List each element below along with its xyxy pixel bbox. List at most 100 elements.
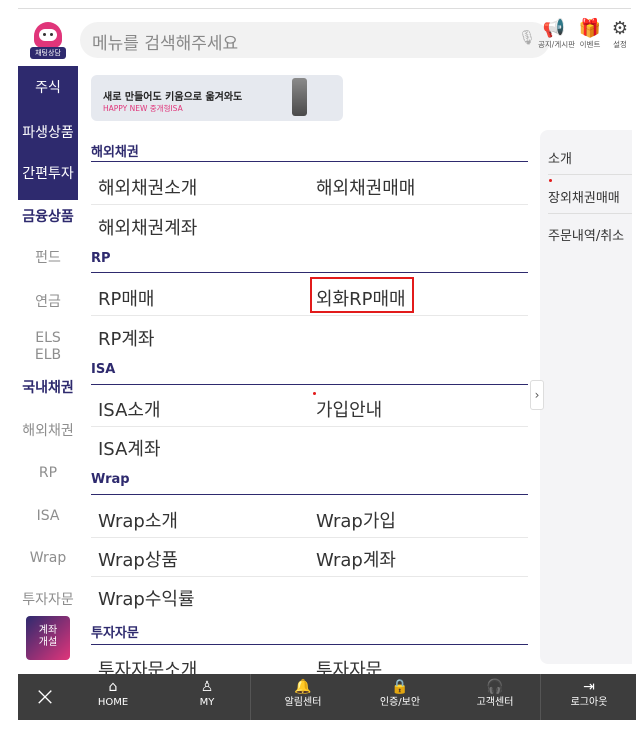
chatbot-eye	[43, 33, 46, 36]
sidebar-item-financial-products[interactable]: 금융상품	[18, 200, 78, 234]
menu-item[interactable]: Wrap가입	[316, 507, 396, 533]
promo-banner[interactable]: 새로 만들어도 키움으로 옮겨와도 HAPPY NEW 중개형ISA	[91, 75, 343, 121]
sidebar-item-domestic-bond[interactable]: 국내채권	[18, 380, 78, 397]
headset-icon: 🎧	[486, 679, 504, 695]
home-icon: ⌂	[108, 679, 118, 695]
settings-label: 설정	[613, 40, 627, 49]
right-panel-divider	[548, 213, 632, 214]
phone-image	[292, 78, 307, 116]
search-placeholder: 메뉴를 검색해주세요	[92, 34, 239, 54]
chatbot-button[interactable]: 채팅상담	[28, 20, 68, 60]
menu-item[interactable]: RP매매	[98, 285, 154, 311]
nav-label: 인증/보안	[379, 697, 421, 708]
sidebar-item-advisory[interactable]: 투자자문	[18, 592, 78, 609]
chatbot-label: 채팅상담	[30, 47, 66, 59]
lock-icon: 🔒	[391, 679, 409, 695]
row-divider	[91, 537, 528, 538]
sidebar-item-derivatives[interactable]: 파생상품	[18, 125, 78, 142]
nav-separator	[250, 674, 251, 720]
right-panel-item[interactable]: 주문내역/취소	[548, 225, 624, 244]
menu-item[interactable]: 투자자문	[316, 656, 382, 674]
sidebar: 주식 파생상품 간편투자 금융상품 펀드 연금 ELS ELB 국내채권 해외채…	[18, 66, 78, 674]
section-divider	[91, 494, 528, 495]
highlight-box	[310, 277, 414, 313]
bottom-nav: × ⌂ HOME ♙ MY 🔔 알림센터 🔒 인증/보안 🎧 고객센터 ⇥ 로그…	[18, 674, 636, 720]
section-divider	[91, 384, 528, 385]
row-divider	[91, 576, 528, 577]
nav-notification-center[interactable]: 🔔 알림센터	[264, 678, 342, 710]
nav-auth-security[interactable]: 🔒 인증/보안	[361, 678, 439, 710]
section-divider	[91, 161, 528, 162]
panel-toggle-chevron-icon[interactable]: ›	[530, 380, 544, 410]
row-divider	[91, 204, 528, 205]
nav-label: 알림센터	[284, 697, 322, 708]
menu-item[interactable]: Wrap소개	[98, 507, 178, 533]
nav-customer-center[interactable]: 🎧 고객센터	[456, 678, 534, 710]
nav-logout[interactable]: ⇥ 로그아웃	[550, 678, 628, 710]
nav-my[interactable]: ♙ MY	[168, 678, 246, 710]
nav-separator	[540, 674, 541, 720]
megaphone-icon: 📢	[542, 18, 566, 39]
section-title-isa: ISA	[91, 362, 116, 377]
sidebar-item-pension[interactable]: 연금	[18, 294, 78, 311]
sidebar-item-easy-invest[interactable]: 간편투자	[18, 166, 78, 183]
menu-item[interactable]: Wrap수익률	[98, 585, 195, 611]
event-label: 이벤트	[579, 40, 601, 49]
menu-item[interactable]: 해외채권매매	[316, 174, 415, 200]
bell-icon: 🔔	[294, 679, 312, 695]
nav-label: MY	[199, 697, 215, 708]
person-icon: ♙	[200, 679, 214, 695]
right-panel-item[interactable]: 장외채권매매	[548, 187, 620, 206]
settings-button[interactable]: ⚙ 설정	[604, 18, 636, 50]
section-divider	[91, 644, 528, 645]
menu-item[interactable]: Wrap상품	[98, 546, 178, 572]
section-title-wrap: Wrap	[91, 472, 130, 487]
notice-board-button[interactable]: 📢 공지/게시판	[538, 18, 576, 50]
menu-item[interactable]: 해외채권소개	[98, 174, 197, 200]
sidebar-item-els-elb[interactable]: ELS ELB	[18, 330, 78, 364]
mic-icon[interactable]: 🎙	[518, 30, 536, 46]
sidebar-item-isa[interactable]: ISA	[18, 508, 78, 525]
nav-label: HOME	[97, 697, 129, 708]
sidebar-item-wrap[interactable]: Wrap	[18, 550, 78, 567]
row-divider	[91, 315, 528, 316]
section-divider	[91, 272, 528, 273]
top-divider	[18, 8, 631, 9]
search-input[interactable]: 메뉴를 검색해주세요 🎙	[80, 22, 550, 58]
section-title-advisory: 투자자문	[91, 626, 139, 641]
event-button[interactable]: 🎁 이벤트	[574, 18, 606, 50]
banner-title: 새로 만들어도 키움으로 옮겨와도	[103, 92, 243, 103]
section-title-overseas-bond: 해외채권	[91, 145, 139, 160]
sidebar-item-stock[interactable]: 주식	[18, 80, 78, 97]
chatbot-eye	[50, 33, 53, 36]
nav-home[interactable]: ⌂ HOME	[74, 678, 152, 710]
sidebar-item-fund[interactable]: 펀드	[18, 250, 78, 267]
new-badge-dot	[313, 392, 316, 395]
logout-icon: ⇥	[583, 679, 595, 695]
banner-subtitle: HAPPY NEW 중개형ISA	[103, 104, 183, 113]
notice-board-label: 공지/게시판	[538, 40, 576, 49]
sidebar-item-overseas-bond[interactable]: 해외채권	[18, 423, 78, 440]
menu-list: 해외채권 해외채권소개 해외채권매매 해외채권계좌 RP RP매매 외화RP매매…	[78, 130, 538, 674]
row-divider	[91, 426, 528, 427]
nav-label: 고객센터	[476, 697, 514, 708]
section-title-rp: RP	[91, 251, 111, 266]
menu-item[interactable]: Wrap계좌	[316, 546, 396, 572]
menu-item[interactable]: ISA소개	[98, 396, 161, 422]
right-panel: 소개 장외채권매매 주문내역/취소	[540, 130, 632, 664]
menu-item[interactable]: 가입안내	[316, 396, 382, 422]
gear-icon: ⚙	[611, 18, 629, 39]
menu-item[interactable]: ISA계좌	[98, 435, 161, 461]
right-panel-item[interactable]: 소개	[548, 148, 572, 167]
header: 채팅상담 메뉴를 검색해주세요 🎙 📢 공지/게시판 🎁 이벤트 ⚙ 설정	[18, 14, 636, 66]
nav-label: 로그아웃	[570, 697, 608, 708]
sidebar-item-rp[interactable]: RP	[18, 465, 78, 482]
menu-item[interactable]: 투자자문소개	[98, 656, 197, 674]
gift-icon: 🎁	[578, 18, 602, 39]
new-badge-dot	[549, 179, 552, 182]
right-panel-divider	[548, 174, 632, 175]
menu-item[interactable]: 해외채권계좌	[98, 214, 197, 240]
open-account-button[interactable]: 계좌 개설	[26, 616, 70, 660]
close-icon[interactable]: ×	[18, 674, 72, 720]
menu-item[interactable]: RP계좌	[98, 325, 154, 351]
